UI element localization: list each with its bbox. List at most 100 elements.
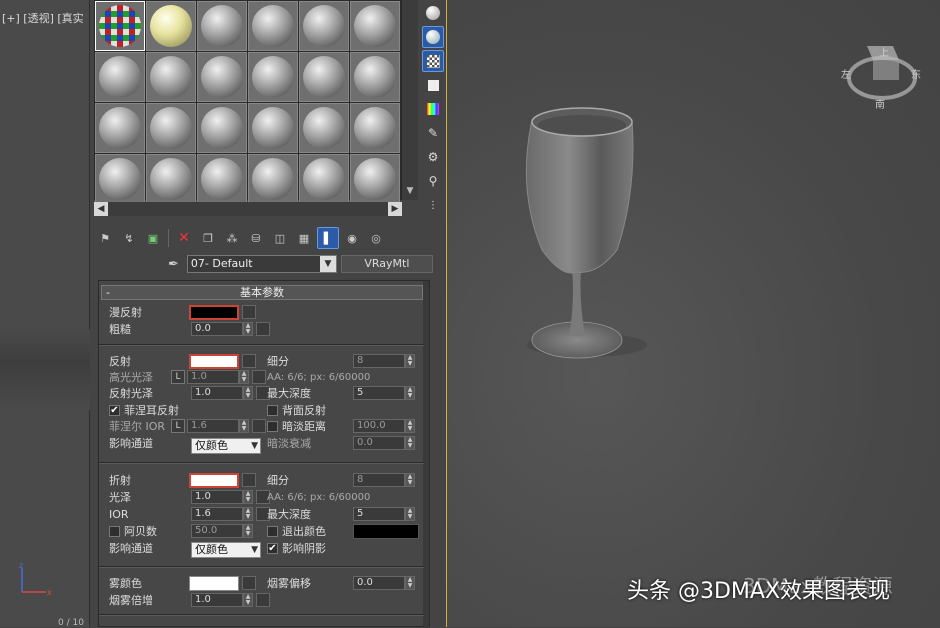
fresnel-ior-spinner[interactable]: 1.6: [187, 419, 239, 433]
material-slot[interactable]: [197, 103, 247, 153]
material-slot[interactable]: [95, 52, 145, 102]
material-name-field[interactable]: 07- Default ▼: [186, 255, 337, 273]
exit-color-checkbox[interactable]: [267, 525, 278, 537]
material-slot[interactable]: [95, 154, 145, 204]
abbe-checkbox[interactable]: [109, 525, 120, 537]
dim-distance-spinner[interactable]: 100.0: [353, 419, 405, 433]
rollout-header[interactable]: - 基本参数: [101, 285, 423, 300]
put-to-library-button[interactable]: ⛁: [245, 227, 267, 249]
material-slot[interactable]: [299, 1, 349, 51]
chevron-down-icon[interactable]: ▼: [319, 256, 336, 272]
copy-material-button[interactable]: ❐: [197, 227, 219, 249]
sample-uv-tiling-button[interactable]: [422, 74, 444, 96]
backlight-button[interactable]: [422, 26, 444, 48]
material-slot[interactable]: [299, 103, 349, 153]
back-reflect-checkbox[interactable]: [267, 404, 278, 416]
viewcube-top-label[interactable]: 上: [879, 44, 889, 59]
scroll-down-icon[interactable]: ▼: [402, 186, 418, 198]
roughness-spinner[interactable]: 0.0: [191, 322, 243, 336]
go-forward-sibling-button[interactable]: ◎: [365, 227, 387, 249]
material-slot[interactable]: [146, 103, 196, 153]
select-by-material-button[interactable]: ⚲: [422, 170, 444, 192]
sample-type-button[interactable]: [422, 2, 444, 24]
diffuse-map-button[interactable]: [242, 305, 256, 319]
options-button[interactable]: ⚙: [422, 146, 444, 168]
show-map-button[interactable]: ▦: [293, 227, 315, 249]
material-slot[interactable]: [248, 154, 298, 204]
material-slot[interactable]: [350, 1, 400, 51]
reflect-affect-select[interactable]: 仅颜色 ▼: [191, 438, 261, 454]
material-slot[interactable]: [248, 103, 298, 153]
material-slot[interactable]: [299, 154, 349, 204]
material-slot[interactable]: [299, 52, 349, 102]
reflect-map-button[interactable]: [242, 354, 256, 368]
material-slot[interactable]: [95, 1, 145, 51]
slots-vertical-scrollbar[interactable]: ▼: [402, 0, 418, 200]
put-material-button[interactable]: ↯: [118, 227, 140, 249]
go-to-parent-button[interactable]: ◉: [341, 227, 363, 249]
viewcube-right-label[interactable]: 东: [911, 66, 921, 81]
refract-max-depth-spinner[interactable]: 5: [353, 507, 405, 521]
background-button[interactable]: [422, 50, 444, 72]
material-slot[interactable]: [350, 103, 400, 153]
rollout-scrollbar[interactable]: [423, 281, 429, 628]
ior-spinner[interactable]: 1.6: [191, 507, 243, 521]
make-preview-button[interactable]: ✎: [422, 122, 444, 144]
roughness-map-button[interactable]: [256, 322, 270, 336]
material-slot[interactable]: [248, 52, 298, 102]
fog-color-swatch[interactable]: [189, 575, 239, 591]
material-type-button[interactable]: VRayMtl: [340, 255, 433, 273]
scroll-left-icon[interactable]: ◀: [94, 202, 108, 216]
dim-distance-checkbox[interactable]: [267, 420, 278, 432]
refract-gloss-spinner[interactable]: 1.0: [191, 490, 243, 504]
viewcube-left-label[interactable]: 左: [841, 66, 851, 81]
hilight-gloss-spinner[interactable]: 1.0: [187, 370, 239, 384]
fresnel-ior-map-button[interactable]: [252, 419, 266, 433]
left-viewport[interactable]: [+] [透视] [真实 z x 0 / 10: [0, 0, 90, 628]
material-slot[interactable]: [146, 154, 196, 204]
material-slot[interactable]: [350, 154, 400, 204]
reflect-gloss-spinner[interactable]: 1.0: [191, 386, 243, 400]
fog-map-button[interactable]: [242, 576, 256, 590]
abbe-spinner[interactable]: 50.0: [191, 524, 243, 538]
reset-material-button[interactable]: ✕: [173, 227, 195, 249]
make-unique-button[interactable]: ⁂: [221, 227, 243, 249]
reflect-max-depth-spinner[interactable]: 5: [353, 386, 405, 400]
exit-color-swatch[interactable]: [353, 523, 419, 539]
affect-shadows-checkbox[interactable]: ✔: [267, 542, 278, 554]
diffuse-color-swatch[interactable]: [189, 304, 239, 320]
fresnel-checkbox[interactable]: ✔: [109, 404, 120, 416]
eyedropper-icon[interactable]: ✒: [168, 257, 179, 272]
slots-horizontal-scrollbar[interactable]: ◀ ▶: [94, 202, 402, 216]
refract-map-button[interactable]: [242, 473, 256, 487]
fog-mult-spinner[interactable]: 1.0: [191, 593, 243, 607]
perspective-viewport[interactable]: 上 左 东 南 3DMax教程资源 头条 @3DMAX效果图表现: [446, 0, 940, 627]
refract-subdivs-spinner[interactable]: 8: [353, 473, 405, 487]
fog-mult-map-button[interactable]: [256, 593, 270, 607]
material-slot[interactable]: [197, 154, 247, 204]
scroll-right-icon[interactable]: ▶: [388, 202, 402, 216]
video-color-check-button[interactable]: [422, 98, 444, 120]
assign-material-button[interactable]: ▣: [142, 227, 164, 249]
material-slot[interactable]: [197, 52, 247, 102]
material-slot[interactable]: [248, 1, 298, 51]
spinner-arrows-icon[interactable]: ▲ ▼: [243, 322, 253, 336]
show-end-result-button[interactable]: ▌: [317, 227, 339, 249]
fog-bias-spinner[interactable]: 0.0: [353, 576, 405, 590]
material-slot[interactable]: [146, 52, 196, 102]
viewcube[interactable]: 上 左 东 南: [841, 38, 921, 111]
material-slot[interactable]: [146, 1, 196, 51]
hilight-map-button[interactable]: [252, 370, 266, 384]
fresnel-ior-lock-button[interactable]: L: [171, 419, 185, 433]
viewport-label[interactable]: [+] [透视] [真实: [2, 10, 84, 26]
refract-color-swatch[interactable]: [189, 472, 239, 488]
material-slot[interactable]: [197, 1, 247, 51]
viewcube-bottom-label[interactable]: 南: [875, 96, 885, 111]
dim-falloff-spinner[interactable]: 0.0: [353, 436, 405, 450]
reflect-color-swatch[interactable]: [189, 353, 239, 369]
material-navigator-button[interactable]: ⋮: [422, 194, 444, 216]
hilight-lock-button[interactable]: L: [171, 370, 185, 384]
material-slot[interactable]: [350, 52, 400, 102]
refract-affect-select[interactable]: 仅颜色 ▼: [191, 542, 261, 558]
material-effects-channel-button[interactable]: ◫: [269, 227, 291, 249]
